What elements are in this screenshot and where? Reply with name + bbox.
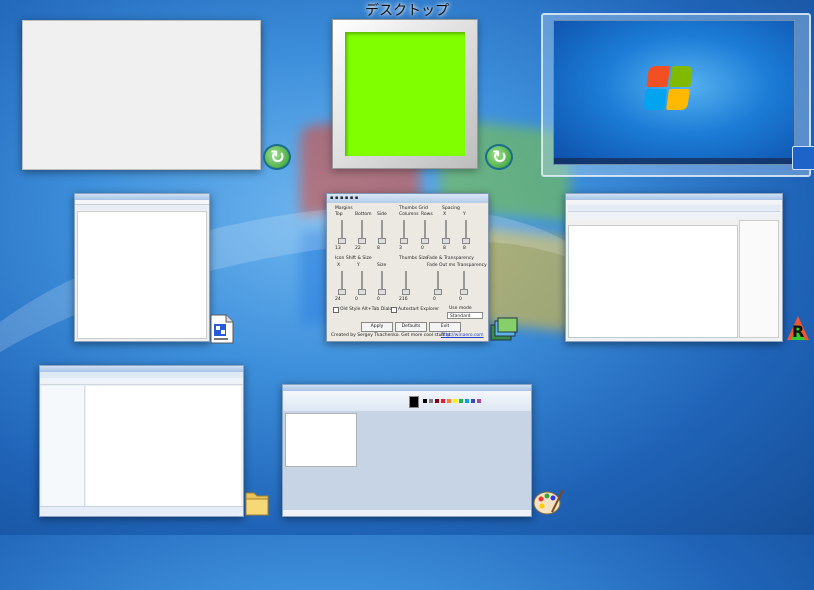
fade-value: 0 <box>433 297 436 302</box>
fade-label: Fade & Transparency <box>427 256 474 261</box>
svg-text:R: R <box>792 322 804 341</box>
top-value: 13 <box>335 246 341 251</box>
thumb-size-label: Thumbs Size <box>399 256 428 261</box>
paint-ribbon <box>283 391 531 412</box>
spacing-label: Spacing <box>442 206 460 211</box>
autostart-label: Autostart Explorer <box>398 307 440 312</box>
old-style-label: Old Style Alt+Tab Dialog <box>340 307 396 312</box>
x-label: X <box>443 212 447 217</box>
side-value: 8 <box>377 246 380 251</box>
mini-taskbar <box>554 158 794 164</box>
top-label: Top <box>335 212 343 217</box>
usemode-value: Standard <box>450 314 471 319</box>
credits-link[interactable]: http://winaero.com <box>441 333 484 338</box>
paint-canvas[interactable] <box>285 413 357 467</box>
y-label: Y <box>463 212 466 217</box>
notepad-window-thumbnail[interactable] <box>74 193 210 342</box>
windows-logo-icon <box>643 66 695 112</box>
explorer-window-thumbnail[interactable] <box>39 365 244 517</box>
defaults-label: Defaults <box>401 324 421 329</box>
green-canvas <box>345 32 465 156</box>
folder-icon <box>244 487 270 517</box>
spacing-x-value: 8 <box>443 246 446 251</box>
exit-label: Exit <box>440 324 450 329</box>
desktop-thumbnail[interactable] <box>553 20 795 165</box>
icon-size-label: Size <box>377 263 387 268</box>
green-frame-window-thumbnail[interactable] <box>332 19 478 169</box>
spacing-y-value: 8 <box>463 246 466 251</box>
autostart-checkbox[interactable] <box>391 307 397 313</box>
icon-size-value: 0 <box>377 297 380 302</box>
rows-value: 0 <box>421 246 424 251</box>
bottom-label: Bottom <box>355 212 372 217</box>
icon-x-label: X <box>337 263 341 268</box>
columns-label: Columns <box>399 212 419 217</box>
rows-label: Rows <box>421 212 433 217</box>
photos-icon <box>490 316 518 342</box>
credits-text: Created by Sergey Tkachenko. Get more co… <box>331 333 452 338</box>
fade-sub-label: Fade Out ms Transparency <box>427 263 487 268</box>
refresh-icon <box>485 144 513 170</box>
apply-label: Apply <box>370 324 384 329</box>
icon-shift-label: Icon Shift & Size <box>335 256 372 261</box>
tweaker-caption: ▪ ▪ ▪ ▪ ▪ ▪ <box>327 194 488 203</box>
old-style-checkbox[interactable] <box>333 307 339 313</box>
thumb-size-value: 216 <box>399 297 408 302</box>
paint-canvas-area <box>283 411 531 510</box>
exit-button[interactable]: Exit <box>429 322 461 332</box>
columns-value: 3 <box>399 246 402 251</box>
side-label: Side <box>377 212 387 217</box>
r-logo-icon: R <box>785 314 811 342</box>
thumbnail-tweaker-window-thumbnail[interactable]: ▪ ▪ ▪ ▪ ▪ ▪ Margins Thumbs Grid Spacing … <box>326 193 489 342</box>
icon-y-label: Y <box>357 263 360 268</box>
apply-button[interactable]: Apply <box>361 322 393 332</box>
app-window-thumbnail[interactable] <box>565 193 783 342</box>
margins-label: Margins <box>335 206 353 211</box>
bottom-value: 22 <box>355 246 361 251</box>
thumb-grid-label: Thumbs Grid <box>399 206 428 211</box>
usemode-label: Use mode <box>449 306 472 311</box>
icon-y-value: 0 <box>355 297 358 302</box>
icon-x-value: 24 <box>335 297 341 302</box>
document-icon <box>209 314 235 344</box>
refresh-icon <box>263 144 291 170</box>
blank-window-thumbnail[interactable] <box>22 20 261 170</box>
usemode-select[interactable]: Standard <box>447 312 483 319</box>
transparency-value: 0 <box>459 297 462 302</box>
palette-icon <box>532 488 564 516</box>
monitor-icon <box>792 146 814 170</box>
paint-window-thumbnail[interactable] <box>282 384 532 517</box>
defaults-button[interactable]: Defaults <box>395 322 427 332</box>
